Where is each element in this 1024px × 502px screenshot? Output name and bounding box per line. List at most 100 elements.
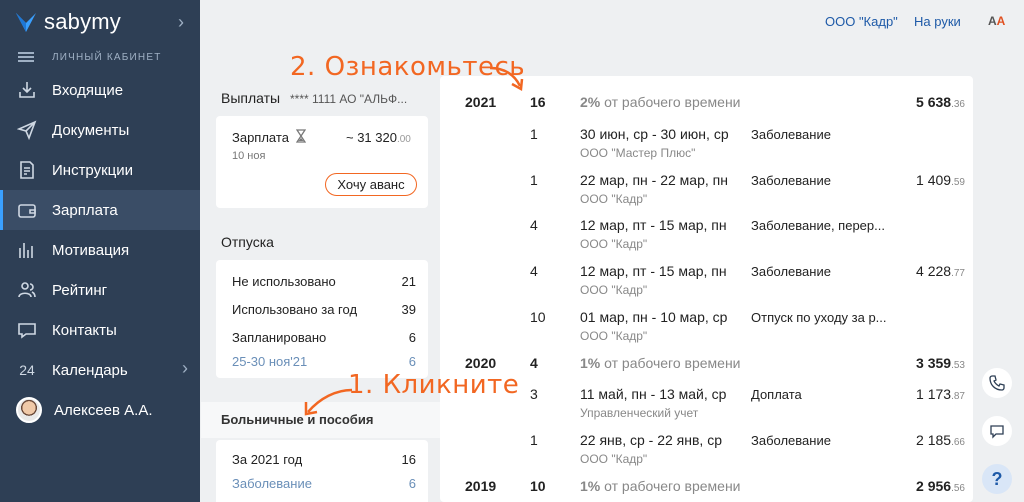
sidebar-expand-icon[interactable]: › [170, 10, 192, 34]
sum-main: 2 956 [916, 478, 952, 494]
logo-icon [16, 13, 36, 32]
day-count: 4 [530, 263, 538, 279]
dates: 30 июн, ср - 30 июн, ср [580, 126, 729, 142]
nav-contacts[interactable]: Контакты [0, 310, 200, 350]
sick-label: Заболевание [232, 476, 312, 491]
sick-leave-table: 2021 16 2% от рабочего времени 5 638.36 … [440, 76, 973, 502]
salary-cents: .00 [396, 134, 411, 145]
leave-type: Заболевание, перер... [751, 218, 885, 233]
pct: 2% [580, 94, 601, 110]
day-count: 1 [530, 126, 538, 142]
nav-label: Мотивация [52, 241, 130, 259]
nav-calendar[interactable]: 24 Календарь › [0, 350, 200, 390]
work-time-share: 1% от рабочего времени [580, 478, 741, 494]
profile-name: Алексеев А.А. [54, 401, 153, 419]
pct-text: от рабочего времени [600, 478, 741, 494]
organization: ООО "Кадр" [580, 452, 648, 466]
avatar [16, 397, 42, 423]
annotation-step1: 1. Кликните [348, 370, 520, 400]
org-link[interactable]: ООО "Кадр" [825, 14, 898, 29]
leave-type: Заболевание [751, 127, 831, 142]
day-count: 4 [530, 355, 538, 371]
payments-title[interactable]: Выплаты [221, 90, 280, 106]
dates: 01 мар, пн - 10 мар, ср [580, 309, 728, 325]
logo-text: sabymy [44, 9, 121, 34]
day-count: 4 [530, 217, 538, 233]
sum-cents: .56 [951, 483, 965, 494]
nav-salary[interactable]: Зарплата [0, 190, 200, 230]
nav-documents[interactable]: Документы [0, 110, 200, 150]
help-icon: ? [991, 468, 1003, 489]
salary-amount: ~ 31 320.00 [346, 130, 411, 145]
payment-account[interactable]: **** 1111 АО "АЛЬФ... [290, 92, 407, 106]
sick-value: 6 [408, 476, 416, 491]
chat-icon [16, 319, 38, 341]
nav-label: Рейтинг [52, 281, 108, 299]
nav-rating[interactable]: Рейтинг [0, 270, 200, 310]
row-sum: 1 409.59 [916, 172, 965, 188]
organization: Управленческий учет [580, 406, 699, 420]
document-edit-icon [16, 159, 38, 181]
sum-cents: .87 [951, 391, 965, 402]
nav-label: Зарплата [52, 201, 118, 219]
day-count: 1 [530, 432, 538, 448]
organization: ООО "Кадр" [580, 283, 648, 297]
hourglass-icon [295, 129, 307, 148]
dates: 12 мар, пт - 15 мар, пн [580, 217, 727, 233]
font-size-toggle[interactable]: AA [988, 14, 1005, 28]
vacation-label: Запланировано [232, 330, 327, 345]
vacation-value: 39 [401, 302, 416, 317]
vacation-planned-row[interactable]: 25-30 ноя'21 6 [232, 354, 416, 369]
advance-button[interactable]: Хочу аванс [325, 173, 417, 196]
sum-cents: .53 [951, 360, 965, 371]
dates: 22 янв, ср - 22 янв, ср [580, 432, 722, 448]
sum-cents: .77 [951, 268, 965, 279]
work-time-share: 1% от рабочего времени [580, 355, 741, 371]
nav-label: Инструкции [52, 161, 134, 179]
nav-instructions[interactable]: Инструкции [0, 150, 200, 190]
sum-main: 1 409 [916, 172, 952, 188]
day-count: 16 [530, 94, 546, 110]
vacations-title[interactable]: Отпуска [221, 234, 274, 250]
nav-profile[interactable]: Алексеев А.А. [0, 390, 200, 430]
sum-main: 3 359 [916, 355, 952, 371]
leave-type: Заболевание [751, 173, 831, 188]
vacation-label: Не использовано [232, 274, 336, 289]
arrow-step1-icon [304, 388, 353, 416]
inbox-download-icon [16, 79, 38, 101]
sum-cents: .59 [951, 177, 965, 188]
salary-card[interactable]: Зарплата ~ 31 320.00 10 ноя Хочу аванс [216, 116, 428, 208]
sick-card[interactable]: За 2021 год 16 Заболевание 6 [216, 440, 428, 502]
menu-icon[interactable] [18, 52, 34, 62]
chat-button[interactable] [982, 416, 1012, 446]
bar-chart-icon [16, 239, 38, 261]
nav-inbox[interactable]: Входящие [0, 70, 200, 110]
hands-link[interactable]: На руки [914, 14, 961, 29]
nav-label: Календарь [52, 361, 128, 379]
organization: ООО "Кадр" [580, 237, 648, 251]
salary-date: 10 ноя [232, 150, 266, 162]
phone-button[interactable] [982, 368, 1012, 398]
vacations-card[interactable]: Не использовано 21 Использовано за год 3… [216, 260, 428, 378]
sum-cents: .36 [951, 99, 965, 110]
vacation-planned-dates: 25-30 ноя'21 [232, 354, 308, 369]
organization: ООО "Мастер Плюс" [580, 146, 696, 160]
leave-type: Отпуск по уходу за р... [751, 310, 887, 325]
sick-row: Заболевание 6 [232, 476, 416, 491]
day-count: 10 [530, 309, 546, 325]
vacation-value: 6 [408, 330, 416, 345]
sum-main: 5 638 [916, 94, 952, 110]
pct: 1% [580, 355, 601, 371]
day-count: 1 [530, 172, 538, 188]
vacation-row: Запланировано 6 [232, 330, 416, 345]
help-button[interactable]: ? [982, 464, 1012, 494]
organization: ООО "Кадр" [580, 192, 648, 206]
salary-amount-main: ~ 31 320 [346, 130, 397, 145]
menu-row[interactable]: ЛИЧНЫЙ КАБИНЕТ [0, 44, 200, 70]
salary-label: Зарплата [232, 130, 289, 145]
arrow-step2-icon [489, 66, 524, 92]
vacation-row: Использовано за год 39 [232, 302, 416, 317]
calendar-expand-icon[interactable]: › [182, 358, 188, 379]
nav-label: Контакты [52, 321, 117, 339]
nav-motivation[interactable]: Мотивация [0, 230, 200, 270]
